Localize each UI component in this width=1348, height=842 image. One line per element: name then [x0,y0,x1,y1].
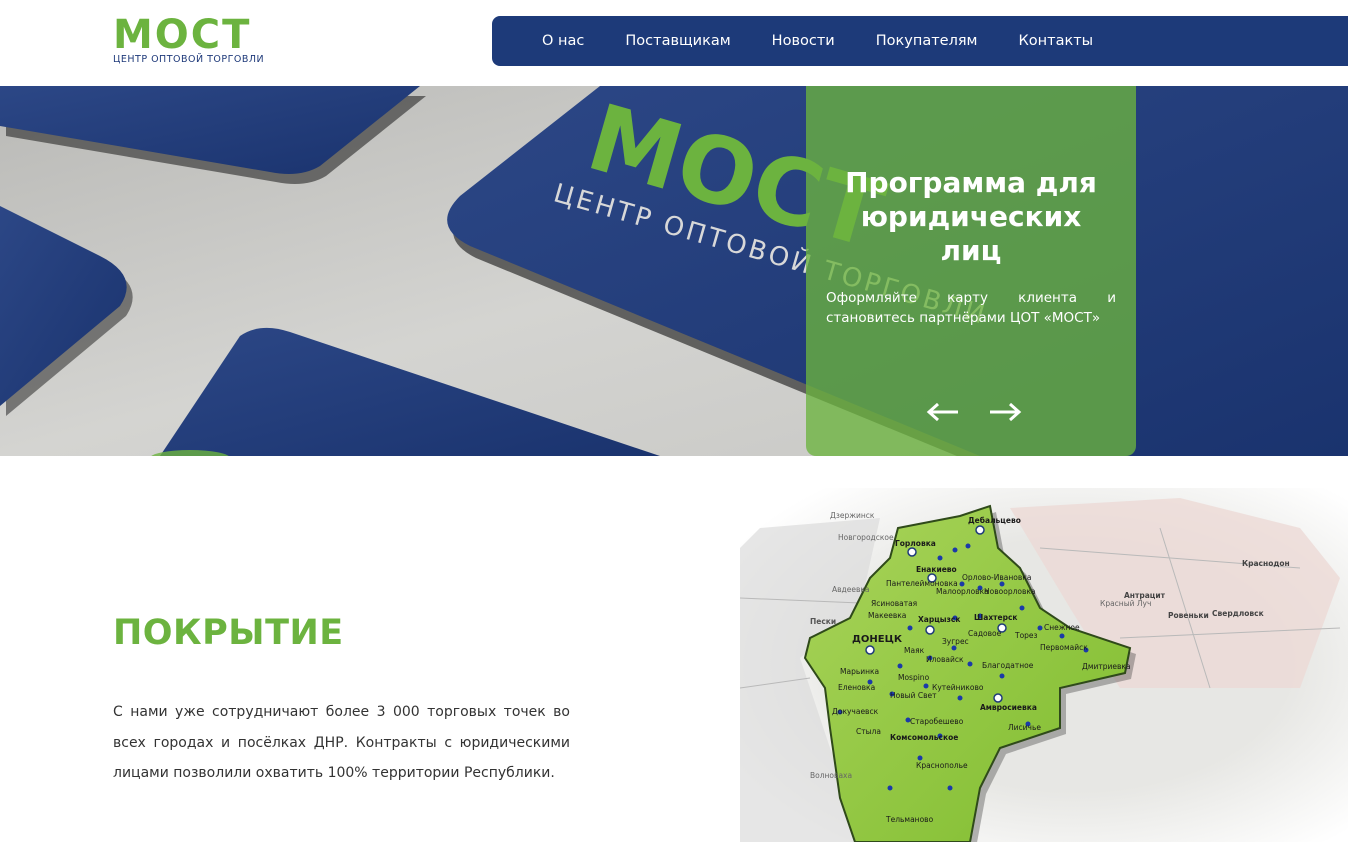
svg-text:Орлово-Ивановка: Орлово-Ивановка [962,573,1031,582]
svg-text:Иловайск: Иловайск [926,655,964,664]
svg-text:Еленовка: Еленовка [838,683,875,692]
svg-text:Авдеевка: Авдеевка [832,585,870,594]
svg-text:Горловка: Горловка [895,539,936,548]
hero-slider: МОСТ ЦЕНТР ОПТОВОЙ ТОРГОВЛИ Программа дл… [0,86,1348,456]
logo-subtitle: ЦЕНТР ОПТОВОЙ ТОРГОВЛИ [113,54,265,65]
svg-text:Дебальцево: Дебальцево [968,516,1021,525]
svg-text:Зугрес: Зугрес [942,637,969,646]
slide-caption-panel: Программа для юридических лиц Оформляйте… [806,86,1136,456]
coverage-map: Дзержинск Новгородское Горловка Дебальце… [740,488,1348,842]
svg-text:Мospino: Мospino [898,673,930,682]
svg-text:Первомайск: Первомайск [1040,643,1088,652]
svg-text:Волноваха: Волноваха [810,771,852,780]
svg-text:Докучаевск: Докучаевск [832,707,879,716]
nav-item-about[interactable]: О нас [542,33,584,49]
svg-text:Макеевка: Макеевка [868,611,906,620]
svg-text:Маяк: Маяк [904,646,925,655]
svg-text:Торез: Торез [1014,631,1038,640]
nav-item-news[interactable]: Новости [772,33,835,49]
svg-text:Харцызск: Харцызск [918,615,960,624]
svg-text:Лисичье: Лисичье [1008,723,1041,732]
svg-text:Малоорловка: Малоорловка [936,587,989,596]
svg-text:Пески: Пески [810,617,836,626]
svg-text:Новгородское: Новгородское [838,533,894,542]
svg-text:Енакиево: Енакиево [916,565,957,574]
coverage-text: С нами уже сотрудничают более 3 000 торг… [113,704,570,781]
svg-text:ДОНЕЦК: ДОНЕЦК [852,634,903,645]
site-logo[interactable]: МОСТ ЦЕНТР ОПТОВОЙ ТОРГОВЛИ [113,12,273,69]
svg-text:Красный Луч: Красный Луч [1100,599,1151,608]
svg-text:Тельманово: Тельманово [885,815,934,824]
slide-title: Программа для юридических лиц [845,166,1097,267]
hero-background-image: МОСТ ЦЕНТР ОПТОВОЙ ТОРГОВЛИ [0,86,1348,456]
svg-text:Стыла: Стыла [856,727,881,736]
svg-text:Дмитриевка: Дмитриевка [1082,662,1131,671]
svg-text:Кутейниково: Кутейниково [932,683,984,692]
svg-text:Комсомольское: Комсомольское [890,733,958,742]
site-header: МОСТ ЦЕНТР ОПТОВОЙ ТОРГОВЛИ О нас Постав… [0,0,1348,86]
svg-text:Шахтерск: Шахтерск [974,613,1018,622]
svg-text:Благодатное: Благодатное [982,661,1034,670]
arrow-right-icon[interactable] [988,400,1022,424]
svg-text:Ясиноватая: Ясиноватая [871,599,917,608]
main-nav: О нас Поставщикам Новости Покупателям Ко… [492,16,1348,66]
svg-text:Амвросиевка: Амвросиевка [980,703,1037,712]
svg-text:Дзержинск: Дзержинск [830,511,875,520]
logo-word: МОСТ [113,12,252,58]
svg-text:Снежное: Снежное [1044,623,1080,632]
nav-item-buyers[interactable]: Покупателям [876,33,978,49]
coverage-title: ПОКРЫТИЕ [113,613,344,653]
svg-text:Краснополье: Краснополье [916,761,968,770]
nav-item-contacts[interactable]: Контакты [1019,33,1094,49]
svg-text:Свердловск: Свердловск [1212,609,1264,618]
svg-text:Марьинка: Марьинка [840,667,879,676]
arrow-left-icon[interactable] [926,400,960,424]
svg-text:Краснодон: Краснодон [1242,559,1290,568]
svg-text:Ровеньки: Ровеньки [1168,611,1209,620]
svg-text:Новоорловка: Новоорловка [984,587,1036,596]
nav-item-suppliers[interactable]: Поставщикам [625,33,730,49]
slide-text: Оформляйте карту клиента и становитесь п… [826,290,1116,326]
svg-text:Старобешево: Старобешево [910,717,964,726]
svg-text:Садовое: Садовое [968,629,1002,638]
svg-text:Новый Свет: Новый Свет [890,691,937,700]
